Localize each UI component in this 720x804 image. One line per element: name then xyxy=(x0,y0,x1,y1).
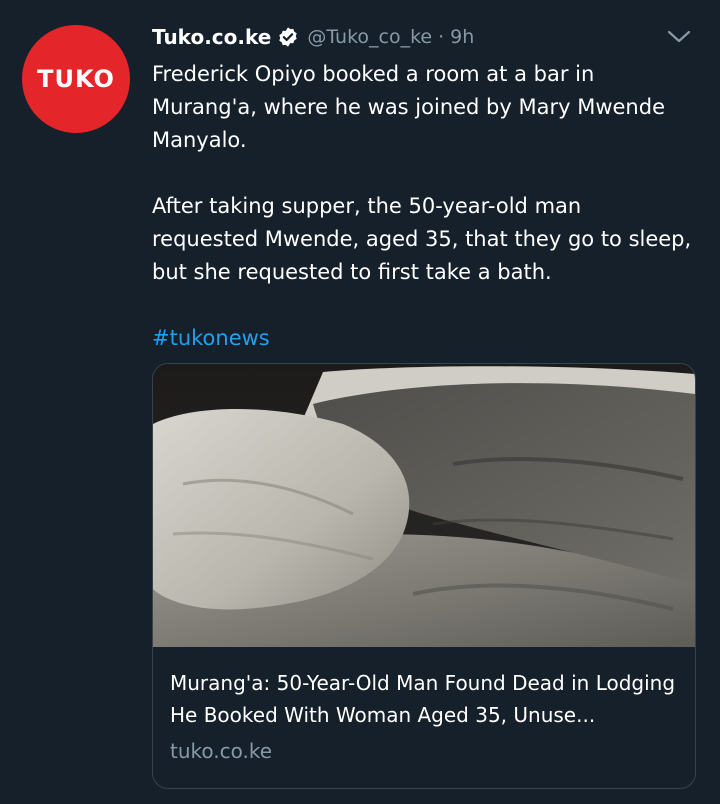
author-name[interactable]: Tuko.co.ke xyxy=(152,25,271,49)
tweet-paragraph-1: Frederick Opiyo booked a room at a bar i… xyxy=(152,62,665,152)
verified-badge-icon xyxy=(279,27,298,47)
card-title[interactable]: Murang'a: 50-Year-Old Man Found Dead in … xyxy=(170,667,677,731)
tweet-timestamp[interactable]: 9h xyxy=(450,26,474,48)
author-handle[interactable]: @Tuko_co_ke xyxy=(307,26,432,48)
tweet-text: Frederick Opiyo booked a room at a bar i… xyxy=(152,58,692,355)
avatar-logo-text: TUKO xyxy=(37,65,115,93)
separator-dot: · xyxy=(438,26,445,48)
avatar[interactable]: TUKO xyxy=(22,25,130,133)
card-domain: tuko.co.ke xyxy=(170,739,273,763)
tweet-header: Tuko.co.ke @Tuko_co_ke · 9h xyxy=(152,22,700,52)
hashtag-link[interactable]: #tukonews xyxy=(152,322,692,355)
chevron-down-icon[interactable] xyxy=(666,26,692,48)
tweet-paragraph-2: After taking supper, the 50-year-old man… xyxy=(152,194,692,284)
bed-photo-icon xyxy=(153,364,695,647)
link-card[interactable]: Murang'a: 50-Year-Old Man Found Dead in … xyxy=(152,363,696,789)
card-meta: Murang'a: 50-Year-Old Man Found Dead in … xyxy=(153,647,695,763)
